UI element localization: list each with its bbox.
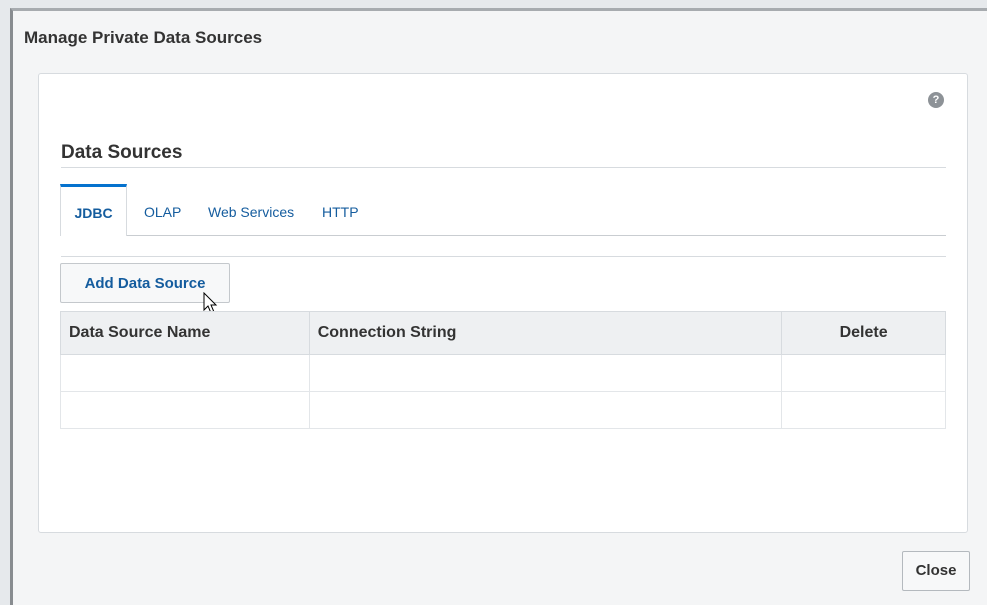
section-divider [61, 167, 946, 168]
tab-web-services[interactable]: Web Services [208, 184, 294, 235]
tab-olap[interactable]: OLAP [144, 184, 181, 235]
column-header-connection-string[interactable]: Connection String [308, 311, 783, 355]
table-cell [308, 354, 783, 392]
table-cell [60, 391, 310, 429]
background-left [0, 0, 10, 605]
section-title: Data Sources [61, 142, 183, 163]
help-icon[interactable]: ? [928, 92, 944, 108]
data-sources-table: Data Source Name Connection String Delet… [60, 311, 946, 429]
table-cell [60, 354, 310, 392]
column-header-delete[interactable]: Delete [781, 311, 946, 355]
table-cell [781, 354, 946, 392]
table-header-row: Data Source Name Connection String Delet… [60, 311, 946, 355]
screen: Manage Private Data Sources ? Data Sourc… [0, 0, 987, 605]
dialog-title: Manage Private Data Sources [24, 28, 263, 47]
tab-http[interactable]: HTTP [322, 184, 359, 235]
table-row[interactable] [60, 354, 946, 392]
column-header-data-source-name[interactable]: Data Source Name [60, 311, 310, 355]
background-strip [0, 0, 987, 8]
table-cell [308, 391, 783, 429]
table-cell [781, 391, 946, 429]
tab-bar: JDBC OLAP Web Services HTTP [60, 184, 946, 236]
close-button[interactable]: Close [902, 551, 970, 591]
table-row[interactable] [60, 391, 946, 429]
tab-jdbc[interactable]: JDBC [60, 184, 127, 236]
content-divider [61, 256, 946, 257]
